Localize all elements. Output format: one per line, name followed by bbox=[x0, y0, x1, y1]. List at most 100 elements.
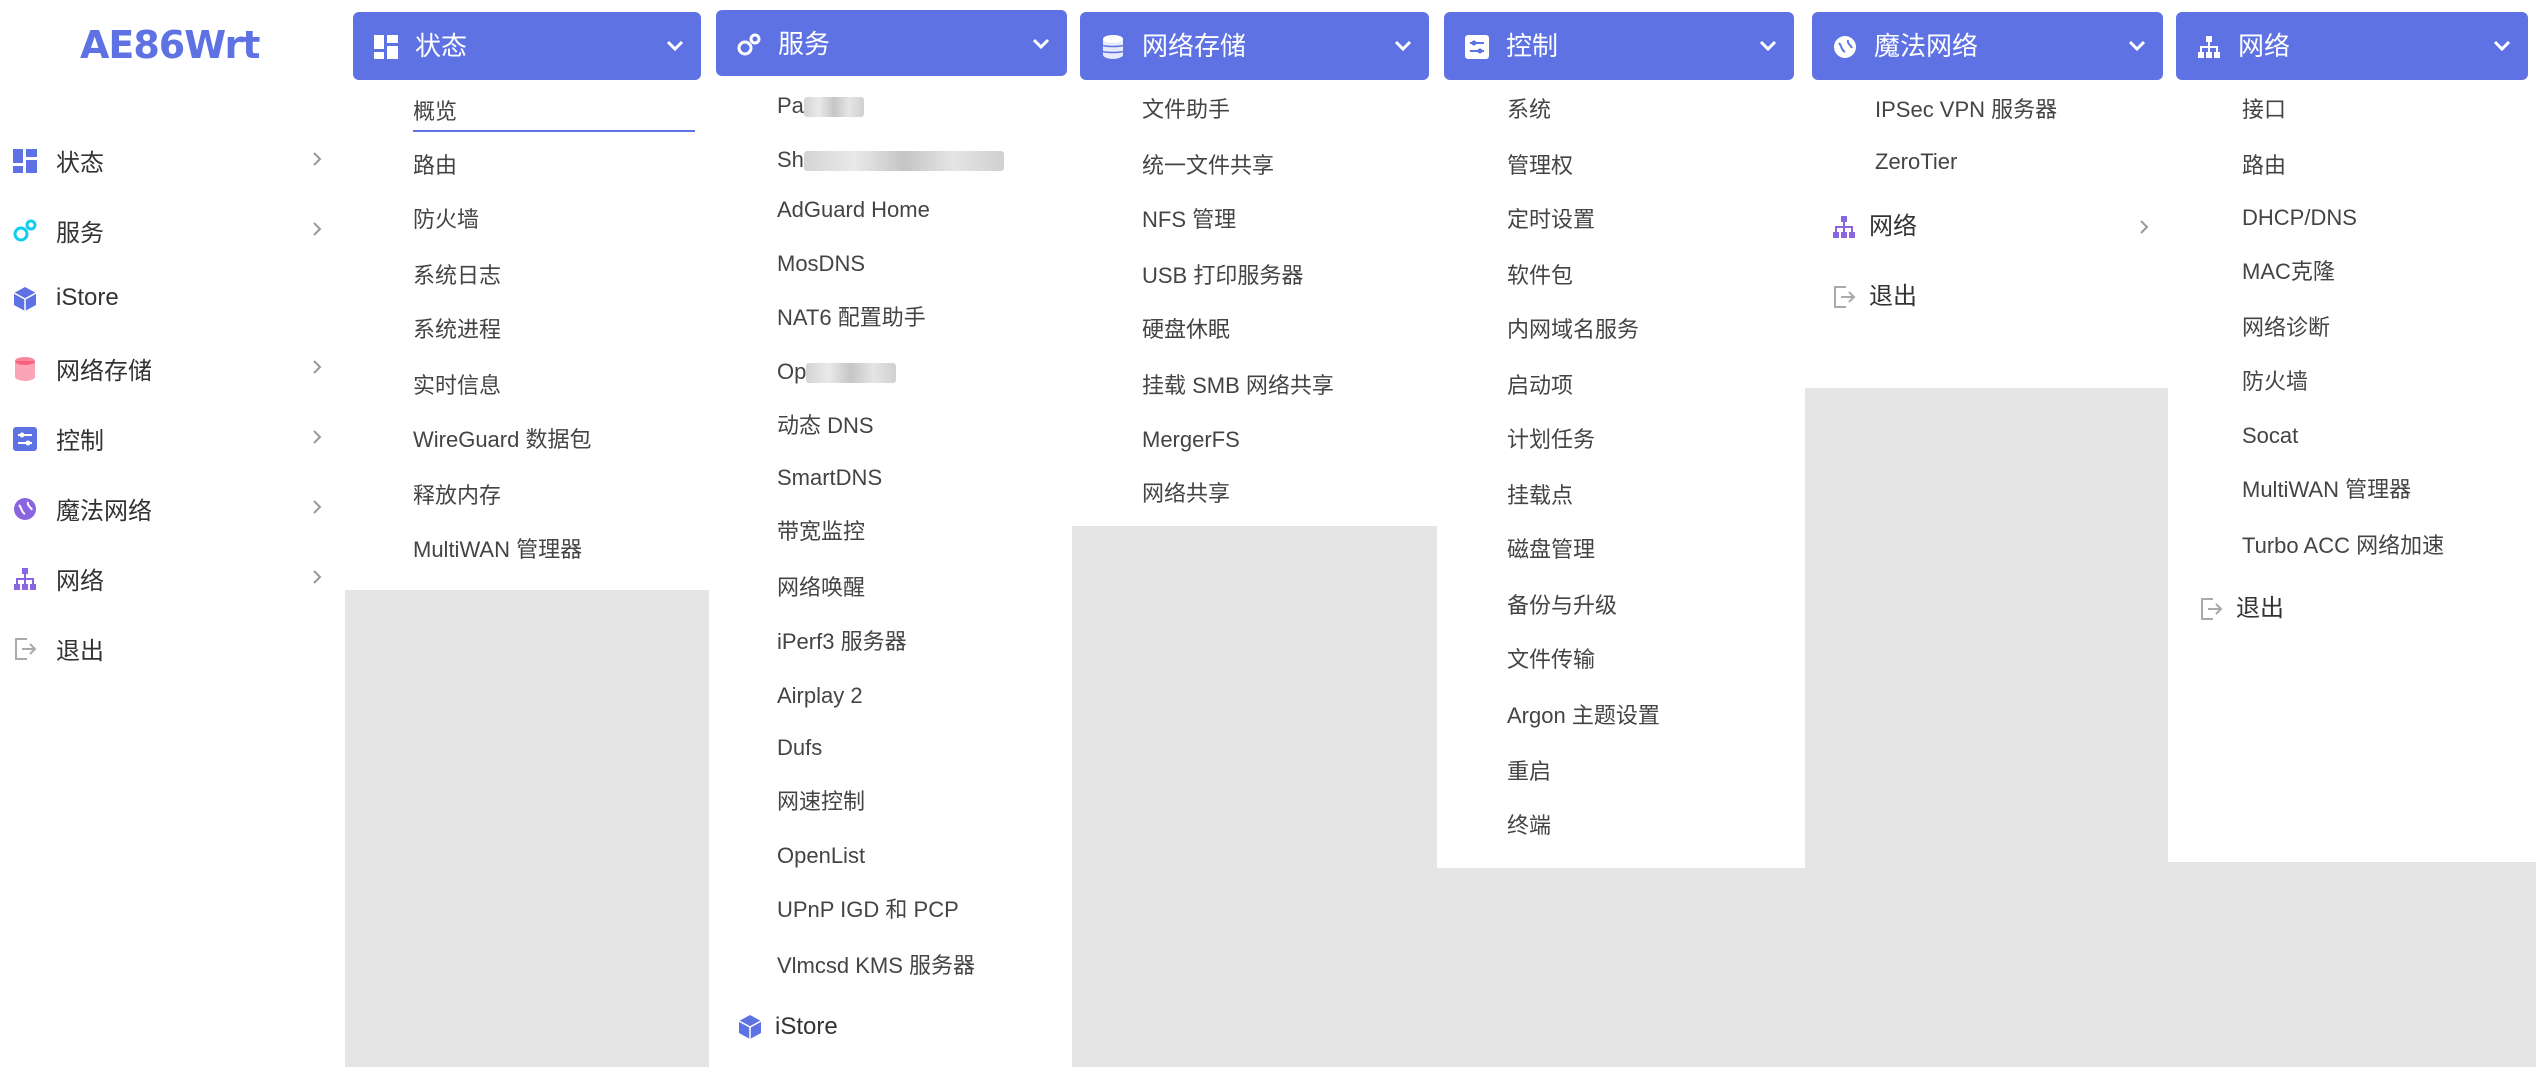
menu-item[interactable]: NFS 管理 bbox=[1142, 200, 1236, 240]
menu-item[interactable]: 概览 bbox=[413, 92, 695, 132]
app-logo[interactable]: AE86Wrt bbox=[80, 20, 260, 70]
menu-status: 状态 概览 路由 防火墙 系统日志 系统进程 实时信息 WireGuard 数据… bbox=[345, 0, 709, 590]
menu-item[interactable]: Socat bbox=[2242, 416, 2298, 456]
menu-item-logout[interactable]: 退出 bbox=[2198, 584, 2518, 634]
menu-item-redacted[interactable]: Op bbox=[777, 352, 897, 392]
menu-item[interactable]: Airplay 2 bbox=[777, 676, 863, 716]
menu-item[interactable]: 释放内存 bbox=[413, 476, 501, 516]
menu-item[interactable]: MergerFS bbox=[1142, 420, 1240, 460]
sidebar-item-services[interactable]: 服务 bbox=[0, 204, 345, 256]
sidebar-item-magic-network[interactable]: 魔法网络 bbox=[0, 482, 345, 534]
menu-item[interactable]: 系统进程 bbox=[413, 310, 501, 350]
menu-item[interactable]: 防火墙 bbox=[413, 200, 479, 240]
menu-item[interactable]: 启动项 bbox=[1507, 366, 1573, 406]
menu-item[interactable]: 硬盘休眠 bbox=[1142, 310, 1230, 350]
sidebar-item-nas[interactable]: 网络存储 bbox=[0, 342, 345, 394]
menu-item[interactable]: 网络唤醒 bbox=[777, 568, 865, 608]
menu-item[interactable]: USB 打印服务器 bbox=[1142, 256, 1303, 296]
menu-item-istore[interactable]: iStore bbox=[737, 1002, 1037, 1052]
menu-item-redacted[interactable]: Sh bbox=[777, 140, 1004, 180]
menu-title: 状态 bbox=[415, 31, 468, 61]
menu-item[interactable]: UPnP IGD 和 PCP bbox=[777, 890, 959, 930]
menu-item[interactable]: IPSec VPN 服务器 bbox=[1875, 90, 2057, 130]
menu-title: 魔法网络 bbox=[1874, 31, 1979, 61]
menu-item[interactable]: 文件传输 bbox=[1507, 640, 1595, 680]
menu-item[interactable]: DHCP/DNS bbox=[2242, 198, 2357, 238]
menu-item[interactable]: Dufs bbox=[777, 728, 822, 768]
sidebar-item-status[interactable]: 状态 bbox=[0, 134, 345, 186]
menu-item[interactable]: Turbo ACC 网络加速 bbox=[2242, 526, 2444, 566]
sidebar: AE86Wrt 状态 服务 iStore 网络存储 控制 魔法网络 网络 退出 bbox=[0, 0, 345, 1067]
menu-item[interactable]: 实时信息 bbox=[413, 366, 501, 406]
menu-item[interactable]: 挂载点 bbox=[1507, 476, 1573, 516]
menu-item-text: Pa bbox=[777, 93, 804, 118]
menu-item[interactable]: ZeroTier bbox=[1875, 142, 1957, 182]
sidebar-item-control[interactable]: 控制 bbox=[0, 412, 345, 464]
menu-item[interactable]: 文件助手 bbox=[1142, 90, 1230, 130]
menu-item-text: Sh bbox=[777, 147, 804, 172]
menu-item-redacted[interactable]: Pa bbox=[777, 86, 864, 126]
menu-item[interactable]: 网络诊断 bbox=[2242, 308, 2330, 348]
menu-item[interactable]: 带宽监控 bbox=[777, 512, 865, 552]
menu-item-logout[interactable]: 退出 bbox=[1831, 272, 2161, 322]
menu-item[interactable]: 系统日志 bbox=[413, 256, 501, 296]
menu-item[interactable]: 系统 bbox=[1507, 90, 1551, 130]
menu-item[interactable]: MultiWAN 管理器 bbox=[413, 530, 582, 570]
menu-title: 服务 bbox=[778, 29, 831, 59]
menu-item[interactable]: MultiWAN 管理器 bbox=[2242, 470, 2411, 510]
menu-item[interactable]: OpenList bbox=[777, 836, 865, 876]
menu-item[interactable]: AdGuard Home bbox=[777, 190, 930, 230]
menu-item[interactable]: WireGuard 数据包 bbox=[413, 420, 591, 460]
menu-status-header[interactable]: 状态 bbox=[353, 12, 701, 80]
sidebar-item-label: 网络 bbox=[56, 567, 104, 595]
sidebar-item-istore[interactable]: iStore bbox=[0, 272, 345, 324]
sidebar-item-logout[interactable]: 退出 bbox=[0, 622, 345, 674]
redacted-blur bbox=[806, 363, 897, 384]
menu-item[interactable]: 备份与升级 bbox=[1507, 586, 1617, 626]
menu-item[interactable]: 内网域名服务 bbox=[1507, 310, 1639, 350]
menu-item[interactable]: 磁盘管理 bbox=[1507, 530, 1595, 570]
chevron-down-icon bbox=[666, 40, 684, 52]
menu-item-text: Op bbox=[777, 359, 807, 384]
menu-item[interactable]: 统一文件共享 bbox=[1142, 146, 1274, 186]
menu-item[interactable]: iPerf3 服务器 bbox=[777, 622, 907, 662]
dashboard-icon bbox=[374, 35, 398, 59]
menu-network-header[interactable]: 网络 bbox=[2176, 12, 2528, 80]
cube-icon bbox=[13, 287, 37, 311]
dashboard-icon bbox=[13, 149, 37, 173]
menu-item[interactable]: 挂载 SMB 网络共享 bbox=[1142, 366, 1334, 406]
menu-nas-header[interactable]: 网络存储 bbox=[1080, 12, 1429, 80]
menu-item[interactable]: 软件包 bbox=[1507, 256, 1573, 296]
menu-item[interactable]: 网络共享 bbox=[1142, 474, 1230, 514]
menu-control-header[interactable]: 控制 bbox=[1444, 12, 1794, 80]
magic-globe-icon bbox=[14, 498, 36, 520]
menu-item[interactable]: 防火墙 bbox=[2242, 362, 2308, 402]
menu-item[interactable]: 计划任务 bbox=[1507, 420, 1595, 460]
menu-services-header[interactable]: 服务 bbox=[716, 10, 1067, 76]
menu-item[interactable]: 动态 DNS bbox=[777, 406, 874, 446]
database-icon bbox=[1102, 35, 1124, 59]
menu-item[interactable]: 管理权 bbox=[1507, 146, 1573, 186]
sidebar-item-network[interactable]: 网络 bbox=[0, 552, 345, 604]
menu-item[interactable]: 网速控制 bbox=[777, 782, 865, 822]
menu-item[interactable]: MosDNS bbox=[777, 244, 865, 284]
chevron-right-icon bbox=[313, 152, 322, 166]
chevron-down-icon bbox=[2128, 40, 2146, 52]
chevron-down-icon bbox=[1032, 38, 1050, 50]
sliders-icon bbox=[13, 427, 37, 451]
menu-item-network[interactable]: 网络 bbox=[1831, 202, 2161, 252]
menu-item[interactable]: 定时设置 bbox=[1507, 200, 1595, 240]
menu-item[interactable]: Argon 主题设置 bbox=[1507, 696, 1660, 736]
sidebar-item-label: 魔法网络 bbox=[56, 497, 152, 525]
menu-magic-header[interactable]: 魔法网络 bbox=[1812, 12, 2163, 80]
menu-item[interactable]: 接口 bbox=[2242, 90, 2286, 130]
menu-item[interactable]: 终端 bbox=[1507, 806, 1551, 846]
menu-item[interactable]: Vlmcsd KMS 服务器 bbox=[777, 946, 975, 986]
menu-item[interactable]: 路由 bbox=[413, 146, 457, 186]
menu-item[interactable]: 路由 bbox=[2242, 146, 2286, 186]
menu-nas: 网络存储 文件助手 统一文件共享 NFS 管理 USB 打印服务器 硬盘休眠 挂… bbox=[1072, 0, 1437, 526]
menu-item[interactable]: NAT6 配置助手 bbox=[777, 298, 926, 338]
menu-item[interactable]: MAC克隆 bbox=[2242, 252, 2335, 292]
menu-item[interactable]: SmartDNS bbox=[777, 458, 882, 498]
menu-item[interactable]: 重启 bbox=[1507, 752, 1551, 792]
